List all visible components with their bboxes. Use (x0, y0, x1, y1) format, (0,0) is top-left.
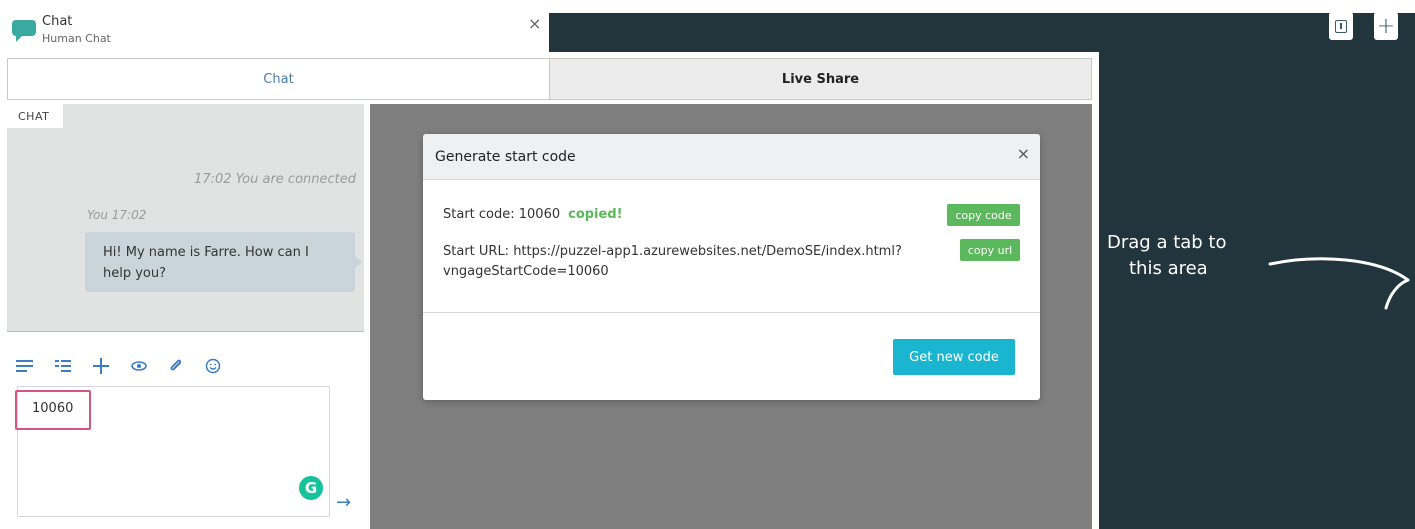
tab-live-share[interactable]: Live Share (550, 59, 1091, 99)
start-url-text: Start URL: https://puzzel-app1.azurewebs… (443, 244, 902, 279)
chat-section-label: CHAT (8, 104, 63, 128)
plus-icon: + (1376, 13, 1396, 39)
curved-arrow-icon (1268, 257, 1410, 310)
text-lines-icon[interactable] (16, 360, 33, 372)
grammarly-icon[interactable]: G (299, 476, 323, 500)
message-area-top (63, 104, 364, 128)
drag-hint-line2: this area (1129, 258, 1208, 279)
tab-bar: Chat Live Share (7, 58, 1092, 100)
window-subtitle: Human Chat (42, 32, 111, 45)
system-message: 17:02 You are connected (194, 172, 356, 187)
start-code-text: Start code: 10060 (443, 207, 561, 222)
window-title: Chat (42, 14, 73, 29)
copy-code-button[interactable]: copy code (947, 204, 1020, 226)
generate-start-code-dialog: Generate start code × Start code: 10060 c… (423, 134, 1040, 400)
window-header: Chat Human Chat × (0, 0, 549, 52)
list-icon[interactable] (55, 359, 71, 373)
layout-icon (1335, 19, 1347, 33)
close-icon[interactable]: × (1017, 144, 1030, 163)
drag-hint-line1: Drag a tab to (1107, 232, 1227, 253)
layout-toggle-button[interactable] (1329, 12, 1353, 40)
drag-hint: Drag a tab to this area (1107, 230, 1257, 282)
message-text: Hi! My name is Farre. How can I help you… (103, 245, 309, 281)
tab-chat[interactable]: Chat (8, 59, 550, 99)
message-area[interactable]: 17:02 You are connected You 17:02 Hi! My… (7, 128, 364, 332)
plus-icon[interactable] (93, 358, 109, 374)
copied-status: copied! (568, 207, 623, 222)
dialog-header: Generate start code × (423, 134, 1040, 180)
top-strip (549, 0, 1415, 13)
chat-column: 17:02 You are connected You 17:02 Hi! My… (0, 104, 370, 529)
paperclip-icon[interactable] (169, 358, 183, 374)
copy-url-button[interactable]: copy url (960, 239, 1020, 261)
compose-toolbar (16, 354, 221, 378)
highlight-box (15, 390, 91, 430)
dialog-title: Generate start code (435, 149, 576, 165)
dialog-divider (423, 312, 1040, 313)
send-arrow-icon[interactable]: → (336, 492, 351, 513)
eye-icon[interactable] (131, 361, 147, 371)
close-icon[interactable]: × (528, 14, 541, 33)
smiley-icon[interactable] (205, 358, 221, 374)
message-bubble: Hi! My name is Farre. How can I help you… (85, 232, 362, 292)
chat-bubble-icon (12, 20, 36, 42)
add-tab-button[interactable]: + (1374, 12, 1398, 40)
start-code-row: Start code: 10060 copied! (443, 207, 623, 222)
message-meta: You 17:02 (87, 208, 147, 222)
get-new-code-button[interactable]: Get new code (893, 339, 1015, 375)
